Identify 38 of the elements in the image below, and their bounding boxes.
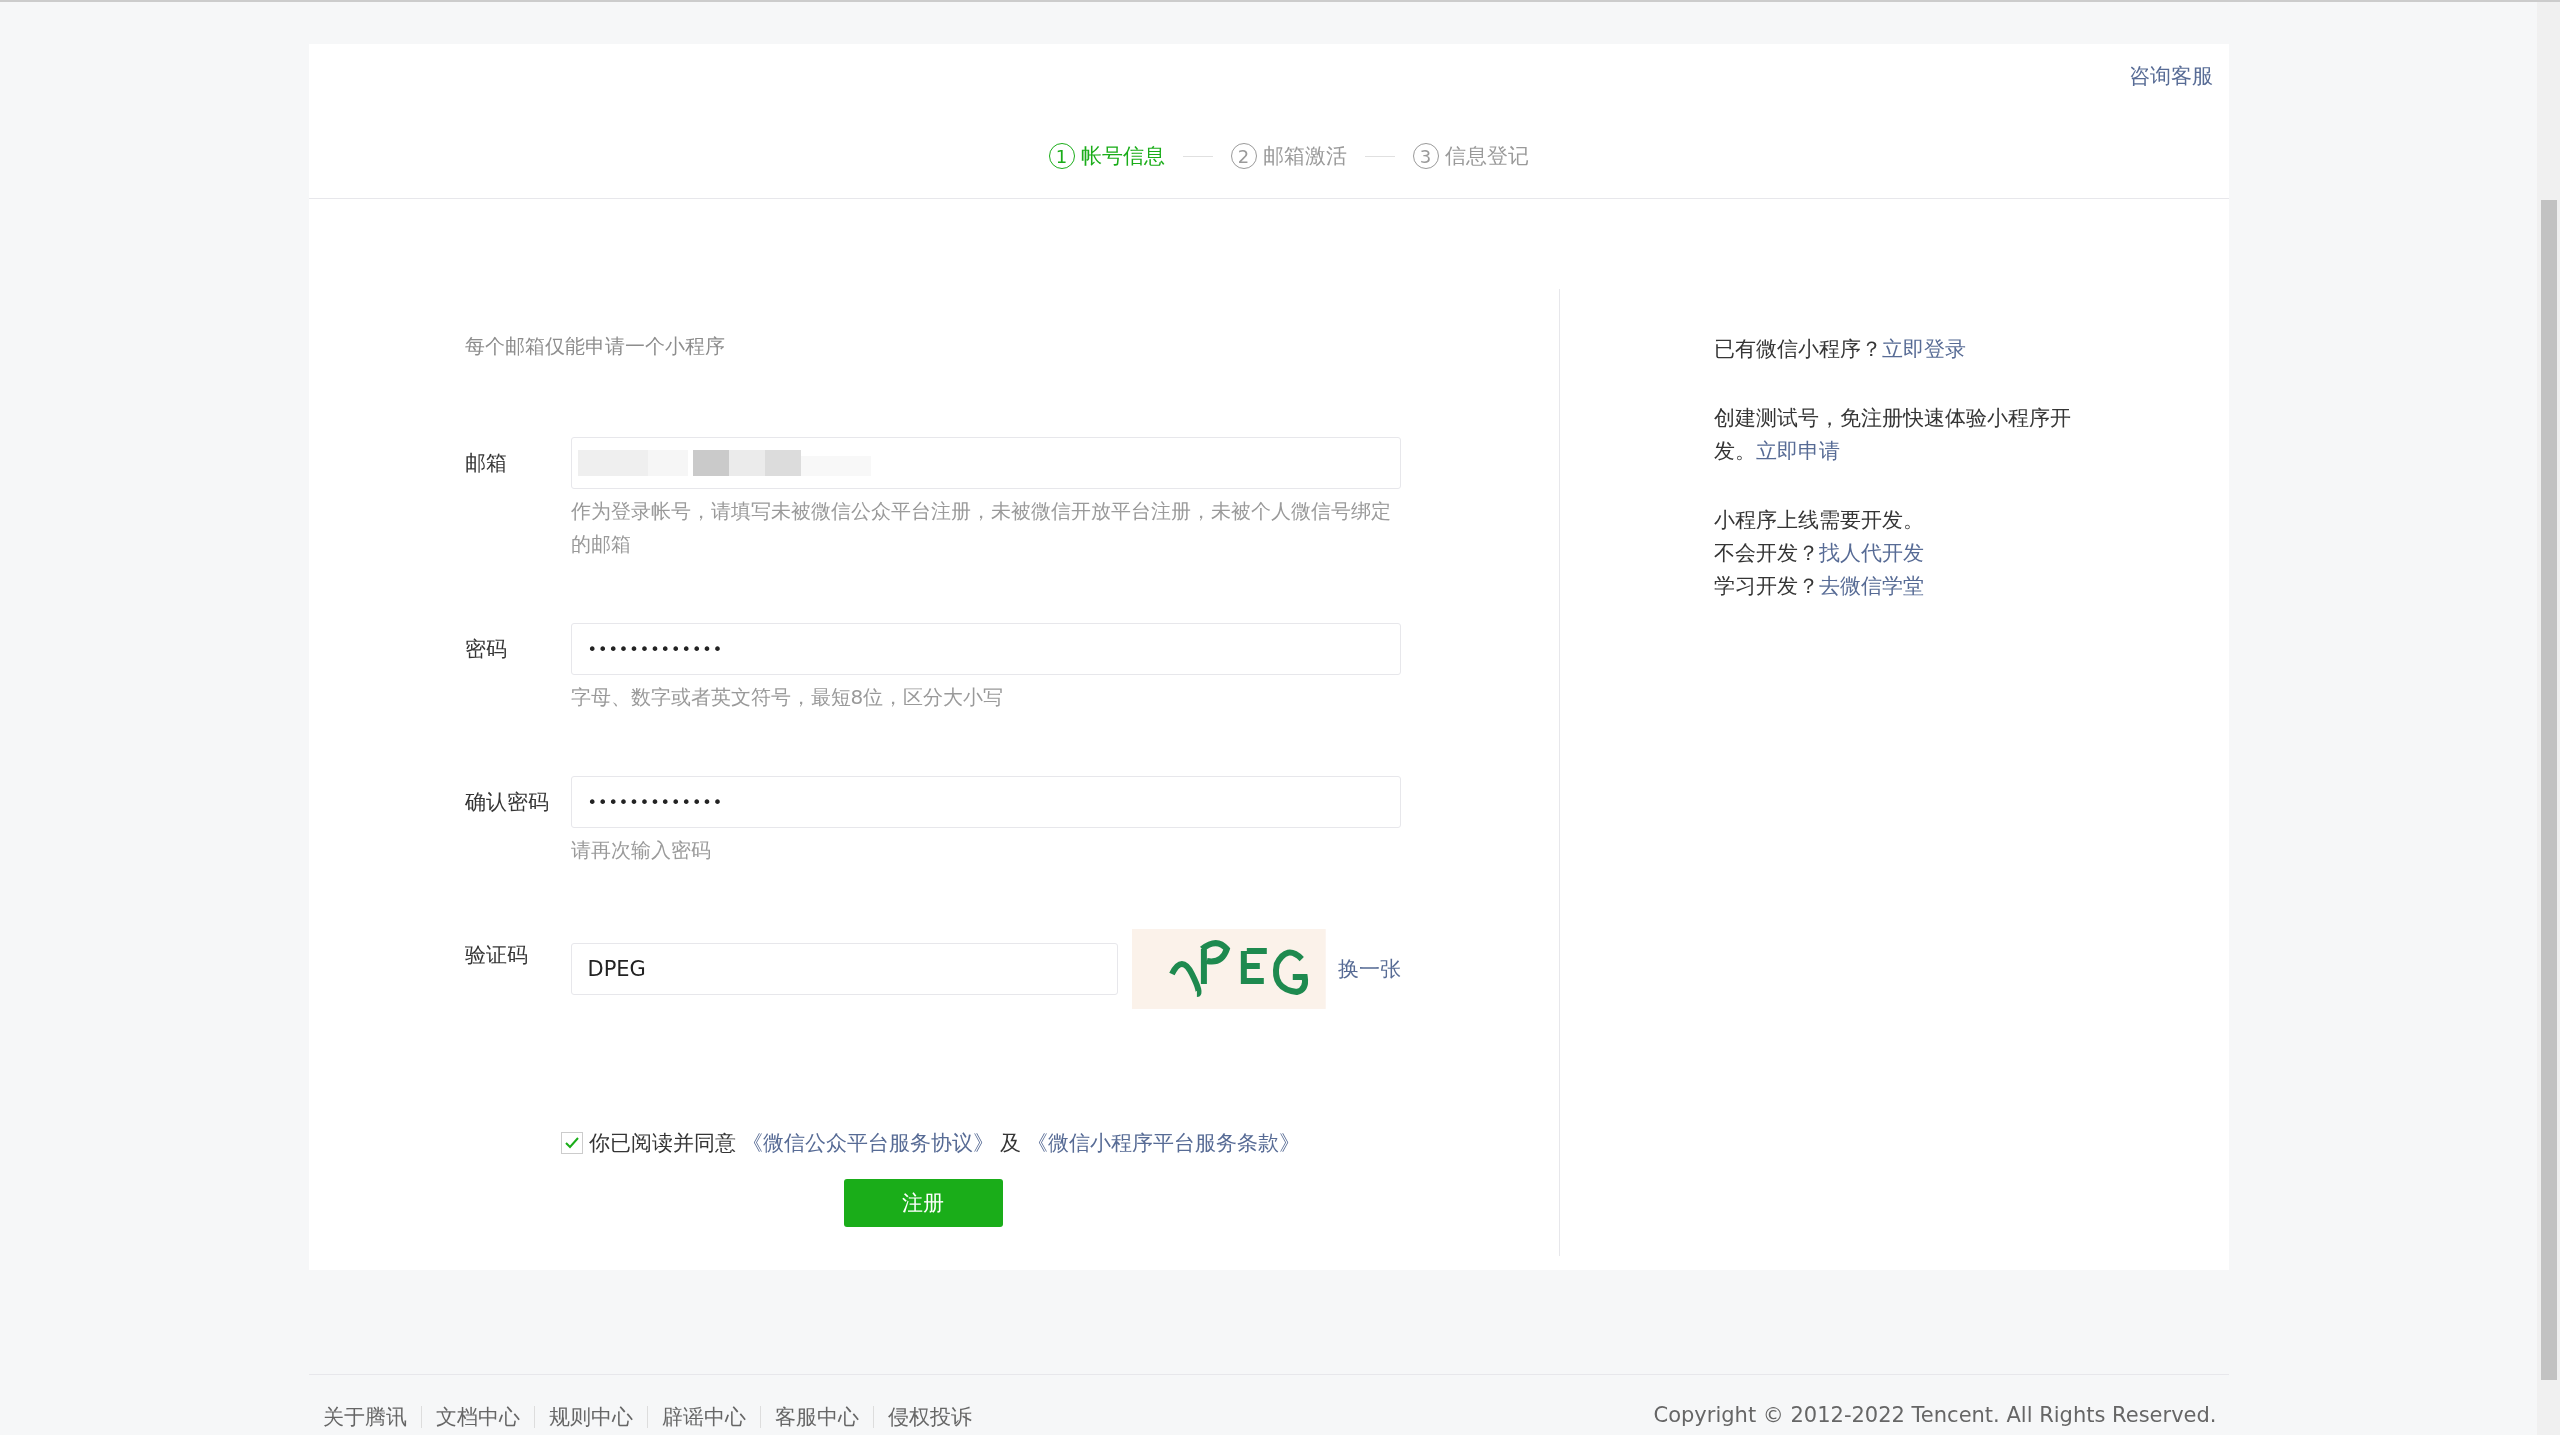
scrollbar[interactable]: [2537, 2, 2560, 1435]
password-field[interactable]: •••••••••••••: [570, 623, 1401, 675]
field-label: 验证码: [464, 942, 529, 969]
field-hint: 请再次输入密码: [570, 837, 712, 864]
field-label: 邮箱: [464, 450, 508, 477]
email-field[interactable]: [570, 437, 1401, 489]
dev-question-text: 学习开发？: [1713, 574, 1819, 598]
copyright-text: Copyright © 2012-2022 Tencent. All Rights Reserved.: [1653, 1403, 2217, 1429]
help-link[interactable]: 咨询客服: [2128, 62, 2213, 90]
dev-text: 小程序上线需要开发。: [1713, 507, 1925, 534]
refresh-captcha-link[interactable]: 换一张: [1337, 955, 1401, 983]
footer-link[interactable]: 辟谣中心: [661, 1403, 746, 1431]
dev-link[interactable]: 找人代开发: [1818, 541, 1924, 565]
agreement-link[interactable]: 《微信公众平台服务协议》: [741, 1129, 994, 1157]
field-hint: 字母、数字或者英文符号，最短8位，区分大小写: [570, 684, 1005, 711]
dev-link[interactable]: 去微信学堂: [1818, 574, 1924, 598]
notice-text: 每个邮箱仅能申请一个小程序: [464, 333, 726, 360]
checkmark-icon: [564, 1137, 579, 1149]
footer-link[interactable]: 侵权投诉: [887, 1403, 972, 1431]
footer-link[interactable]: 关于腾讯: [322, 1403, 407, 1431]
dev-question-text: 不会开发？: [1713, 541, 1819, 565]
password-field[interactable]: •••••••••••••: [570, 776, 1401, 828]
agreement-text: 你已阅读并同意: [588, 1130, 736, 1157]
footer-link[interactable]: 规则中心: [548, 1403, 633, 1431]
field-hint: 作为登录帐号，请填写未被微信公众平台注册，未被微信开放平台注册，未被个人微信号绑定的邮箱: [570, 498, 1392, 558]
agree-checkbox[interactable]: [560, 1132, 583, 1154]
login-link[interactable]: 立即登录: [1881, 337, 1966, 361]
field-label: 确认密码: [464, 789, 550, 816]
agreement-link[interactable]: 《微信小程序平台服务条款》: [1026, 1129, 1300, 1157]
register-button[interactable]: 注册: [843, 1179, 1003, 1227]
footer-link[interactable]: 文档中心: [435, 1403, 520, 1431]
apply-link[interactable]: 立即申请: [1755, 439, 1840, 463]
captcha-field[interactable]: DPEG: [570, 943, 1118, 995]
login-prompt-text: 已有微信小程序？: [1713, 337, 1882, 361]
field-label: 密码: [464, 636, 508, 663]
footer-link[interactable]: 客服中心: [774, 1403, 859, 1431]
conjunction-text: 及: [999, 1130, 1021, 1157]
test-account-text: 创建测试号，免注册快速体验小程序开发。立即申请: [1713, 405, 2072, 465]
